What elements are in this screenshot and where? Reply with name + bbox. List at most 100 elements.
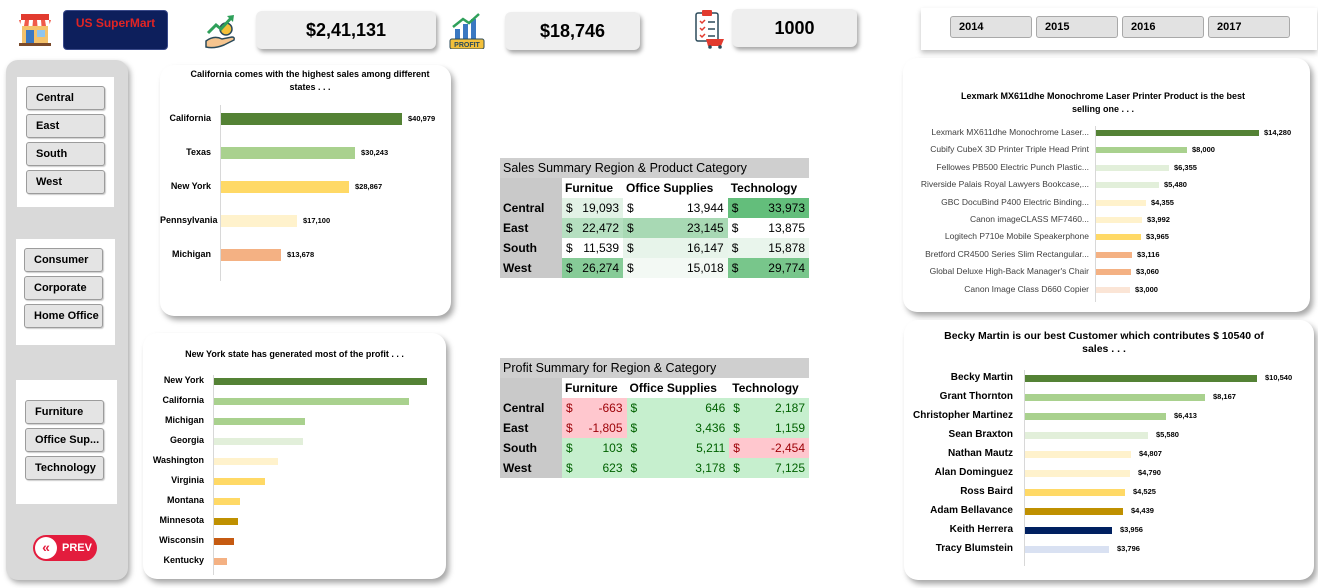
value-label: $14,280 (1264, 128, 1292, 137)
category-label: New York (163, 375, 204, 385)
category-button-technology[interactable]: Technology (25, 456, 104, 480)
currency-symbol: $ (562, 258, 574, 278)
value-label: $3,116 (1137, 249, 1160, 259)
bar (1025, 469, 1130, 477)
value-label: $3,060 (1136, 267, 1159, 277)
currency-symbol: $ (729, 438, 746, 458)
sales-summary-table: Sales Summary Region & Product Category F… (500, 158, 809, 278)
table-cell-value: 3,436 (649, 418, 730, 438)
bar (1096, 199, 1146, 206)
currency-symbol: $ (729, 398, 746, 418)
table-cell-value: 2,187 (745, 398, 809, 418)
bar (221, 147, 355, 159)
bar (214, 497, 240, 505)
value-label: $4,525 (1133, 487, 1156, 496)
bar (1096, 164, 1169, 171)
table-cell-value: 26,274 (573, 258, 623, 278)
table-corner-cell (500, 178, 562, 198)
value-label: $8,167 (1213, 392, 1236, 401)
double-chevron-left-icon: « (35, 537, 57, 559)
currency-symbol: $ (562, 218, 574, 238)
table-cell-value: 646 (649, 398, 730, 418)
segment-button-home-office[interactable]: Home Office (24, 304, 103, 328)
year-button-2014[interactable]: 2014 (950, 16, 1032, 38)
segment-button-consumer[interactable]: Consumer (24, 248, 103, 272)
bar (214, 557, 227, 565)
category-label: Alan Dominguez (934, 467, 1013, 478)
table-header-row: Furnitue Office Supplies Technology (500, 178, 809, 198)
table-cell-value: 16,147 (643, 238, 728, 258)
bar (214, 517, 238, 525)
region-button-south[interactable]: South (26, 142, 105, 166)
category-label: Kentucky (163, 555, 204, 565)
currency-symbol: $ (727, 218, 744, 238)
bar (1025, 374, 1257, 382)
category-label: Michigan (164, 415, 204, 425)
bar (1096, 234, 1141, 241)
category-slicer: Furniture Office Sup... Technology (16, 380, 117, 504)
table-corner-cell (500, 378, 562, 398)
table-row: Central $19,093 $13,944 $33,973 (500, 198, 809, 218)
category-label: Global Deluxe High-Back Manager's Chair (929, 266, 1089, 277)
segment-button-corporate[interactable]: Corporate (24, 276, 103, 300)
chart-axis (213, 375, 214, 575)
profit-summary-table: Profit Summary for Region & Category Furn… (500, 358, 809, 478)
table-header-row: Furniture Office Supplies Technology (500, 378, 809, 398)
value-label: $10,540 (1265, 373, 1293, 382)
bar (1096, 217, 1142, 223)
category-label: Ross Baird (960, 486, 1013, 497)
currency-symbol: $ (562, 238, 574, 258)
filter-sidebar: Central East South West Consumer Corpora… (6, 60, 128, 580)
category-label: Logitech P710e Mobile Speakerphone (944, 231, 1089, 242)
year-slicer: 2014 2015 2016 2017 (921, 8, 1317, 50)
value-label: $4,355 (1151, 197, 1174, 207)
category-label: Sean Braxton (948, 429, 1013, 440)
brand-logo: US SuperMart (63, 10, 168, 50)
value-label: $4,807 (1139, 449, 1162, 458)
prev-button[interactable]: « PREV (33, 535, 97, 561)
bar (1025, 412, 1166, 420)
category-button-furniture[interactable]: Furniture (25, 400, 104, 424)
bar (221, 249, 281, 261)
bar (1096, 251, 1132, 258)
category-label: Grant Thornton (939, 391, 1013, 402)
year-button-2016[interactable]: 2016 (1122, 16, 1204, 38)
category-label: Wisconsin (159, 535, 204, 545)
table-title-row: Sales Summary Region & Product Category (500, 158, 809, 178)
year-button-2015[interactable]: 2015 (1036, 16, 1118, 38)
category-label: Michigan (171, 249, 211, 259)
currency-symbol: $ (562, 398, 576, 418)
currency-symbol: $ (562, 438, 576, 458)
region-button-west[interactable]: West (26, 170, 105, 194)
year-button-2017[interactable]: 2017 (1208, 16, 1290, 38)
value-label: $40,979 (408, 114, 436, 123)
table-title: Profit Summary for Region & Category (500, 358, 809, 378)
region-button-east[interactable]: East (26, 114, 105, 138)
store-icon (17, 12, 53, 46)
category-label: Lexmark MX611dhe Monochrome Laser... (931, 127, 1089, 137)
table-row: South $103 $5,211 $ -2,454 (500, 438, 809, 458)
column-header: Office Supplies (623, 178, 728, 198)
bar (1096, 269, 1131, 276)
category-button-office-supplies[interactable]: Office Sup... (25, 428, 104, 452)
table-row: South $11,539 $16,147 $15,878 (500, 238, 809, 258)
table-row: West $623 $3,178 $7,125 (500, 458, 809, 478)
currency-symbol: $ (562, 418, 576, 438)
value-label: $6,413 (1174, 411, 1197, 420)
bar (1025, 526, 1112, 534)
bar (1025, 507, 1123, 515)
bar (214, 477, 265, 485)
category-label: Adam Bellavance (930, 505, 1013, 516)
category-label: Keith Herrera (949, 524, 1013, 535)
currency-symbol: $ (626, 438, 650, 458)
category-label: Tracy Blumstein (935, 543, 1013, 554)
category-label: GBC DocuBind P400 Electric Binding... (941, 196, 1089, 207)
currency-symbol: $ (562, 458, 576, 478)
chart-title: New York state has generated most of the… (185, 349, 404, 359)
category-label: Pennsylvania (160, 215, 218, 225)
category-label: Texas (186, 147, 211, 157)
value-label: $30,243 (361, 148, 389, 157)
table-cell-value: 1,159 (745, 418, 809, 438)
region-button-central[interactable]: Central (26, 86, 105, 110)
row-header: Central (500, 198, 562, 218)
